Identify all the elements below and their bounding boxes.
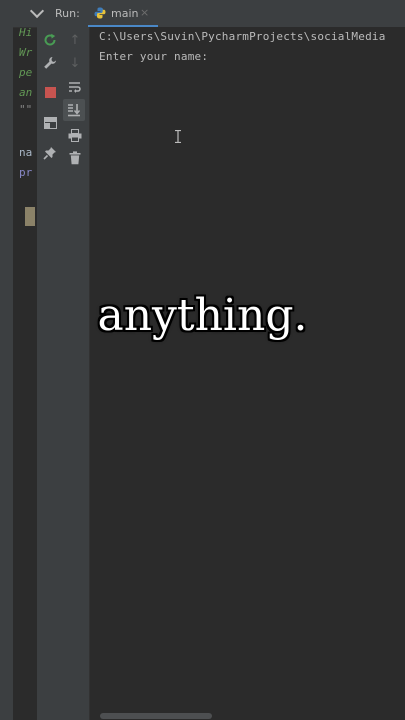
code-line: pr bbox=[19, 166, 33, 179]
code-line: an bbox=[19, 86, 33, 99]
code-editor[interactable]: Hi Wr pe an "" na pr bbox=[13, 0, 37, 720]
video-caption: anything. bbox=[97, 290, 308, 341]
wrench-icon[interactable] bbox=[41, 54, 59, 72]
run-toolbar-right: ↑ ↓ bbox=[62, 27, 90, 720]
text-cursor-icon bbox=[175, 130, 181, 143]
down-arrow-icon[interactable]: ↓ bbox=[66, 54, 84, 72]
tab-label: main bbox=[111, 7, 139, 20]
layout-icon[interactable] bbox=[41, 114, 59, 132]
run-tool-header: Run: main × bbox=[13, 0, 405, 28]
close-icon[interactable]: × bbox=[140, 6, 149, 19]
stop-icon[interactable] bbox=[41, 83, 59, 101]
console-line: Enter your name: bbox=[99, 50, 209, 63]
tab-main[interactable]: main × bbox=[88, 0, 158, 28]
scroll-to-end-icon[interactable] bbox=[63, 99, 85, 121]
soft-wrap-icon[interactable] bbox=[66, 78, 84, 96]
horizontal-scrollbar[interactable] bbox=[100, 713, 212, 719]
python-icon bbox=[94, 7, 106, 19]
code-line: na bbox=[19, 146, 33, 159]
run-label: Run: bbox=[55, 7, 80, 20]
pin-icon[interactable] bbox=[41, 144, 59, 162]
run-toolbar-left bbox=[37, 27, 62, 720]
code-line: Wr bbox=[19, 46, 33, 59]
console-output[interactable]: C:\Users\Suvin\PycharmProjects\socialMed… bbox=[90, 27, 405, 720]
trash-icon[interactable] bbox=[66, 149, 84, 167]
code-line: pe bbox=[19, 66, 33, 79]
up-arrow-icon[interactable]: ↑ bbox=[66, 31, 84, 49]
bookmark-marker bbox=[25, 207, 35, 226]
chevron-down-icon[interactable] bbox=[29, 3, 45, 19]
editor-gutter bbox=[0, 0, 14, 720]
console-line: C:\Users\Suvin\PycharmProjects\socialMed… bbox=[99, 30, 386, 43]
print-icon[interactable] bbox=[66, 126, 84, 144]
rerun-icon[interactable] bbox=[41, 31, 59, 49]
code-line: "" bbox=[19, 103, 33, 116]
